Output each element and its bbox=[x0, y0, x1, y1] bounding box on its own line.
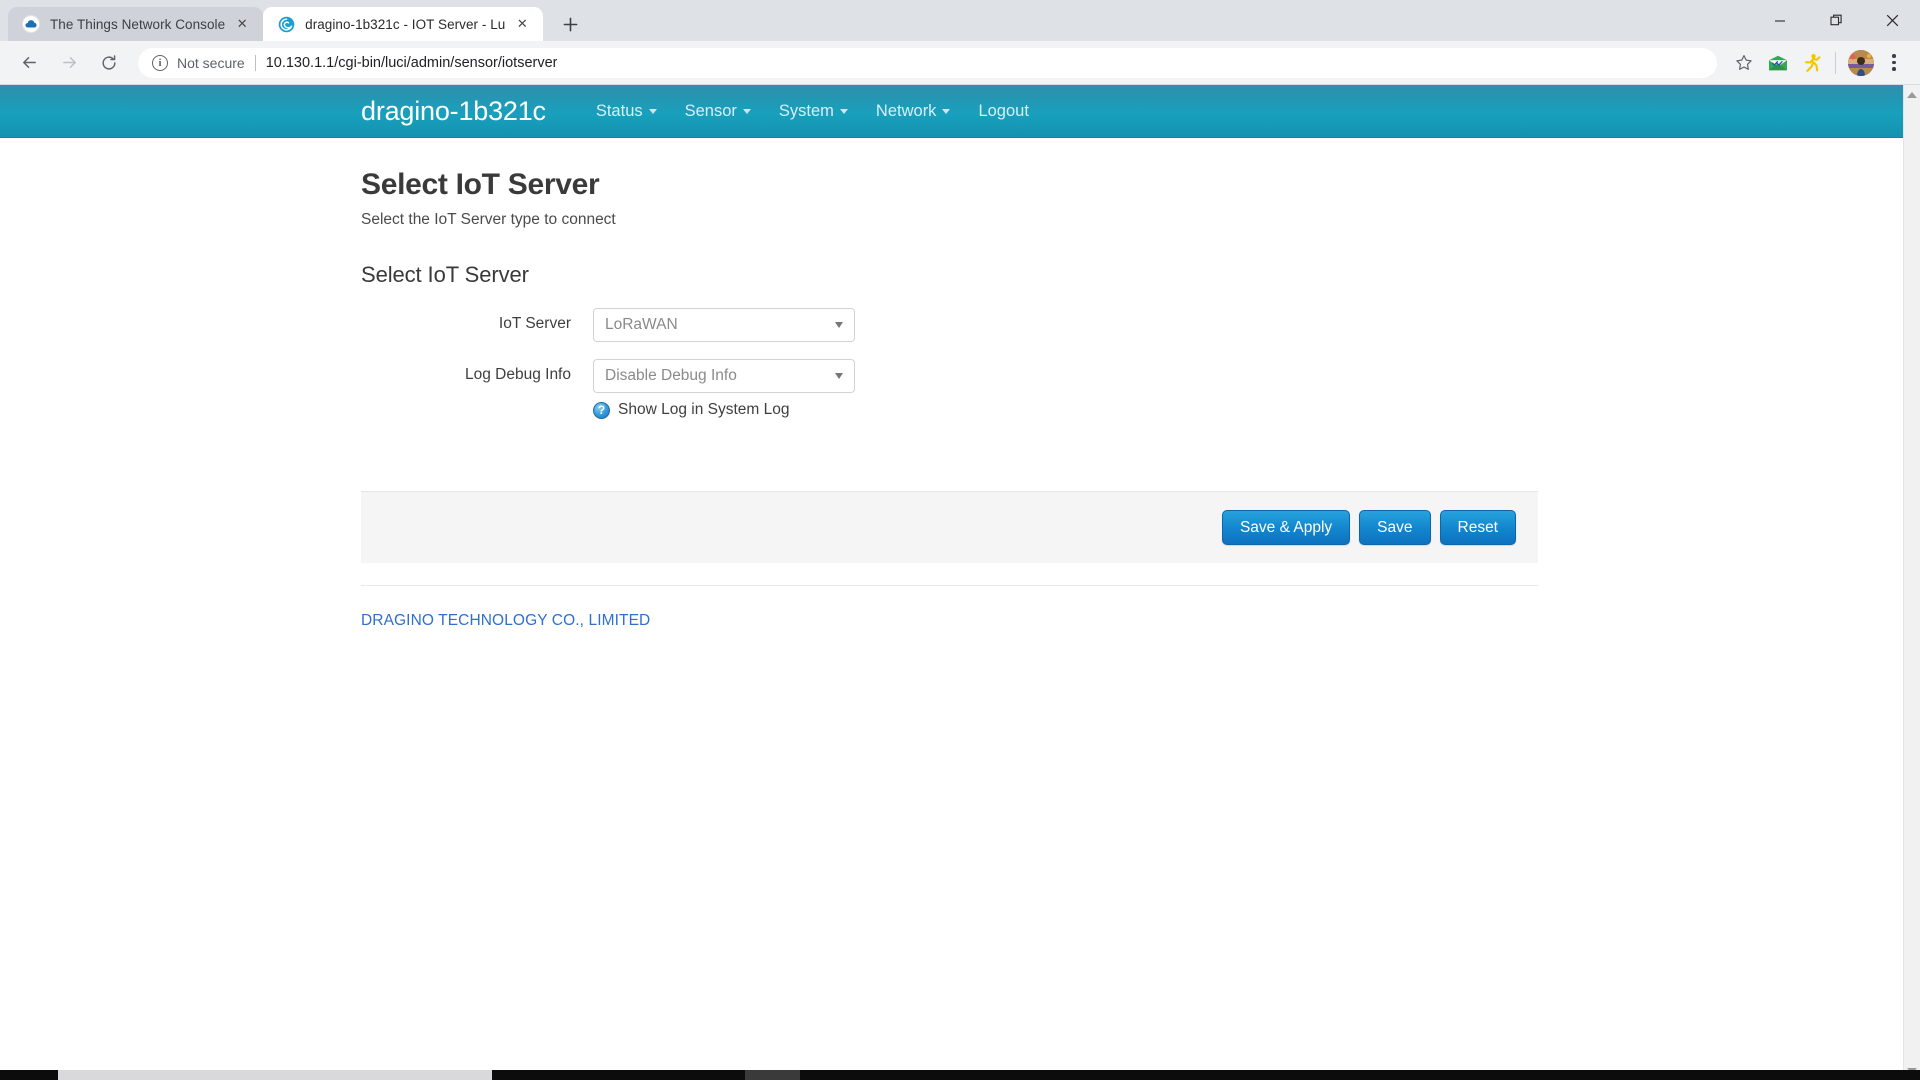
taskbar-segment bbox=[492, 1070, 745, 1080]
iot-server-selected-value: LoRaWAN bbox=[605, 316, 678, 333]
taskbar-segment bbox=[0, 1070, 58, 1080]
forward-icon[interactable] bbox=[52, 46, 86, 80]
nav-item-label: System bbox=[778, 102, 834, 120]
save-and-apply-button[interactable]: Save & Apply bbox=[1221, 509, 1351, 546]
chevron-down-icon bbox=[835, 373, 843, 379]
site-info-icon[interactable]: i bbox=[152, 54, 168, 71]
tab-close-icon[interactable]: ✕ bbox=[511, 13, 533, 35]
minimize-icon[interactable] bbox=[1752, 0, 1808, 41]
nav-item-sensor[interactable]: Sensor bbox=[671, 96, 765, 127]
save-button[interactable]: Save bbox=[1359, 509, 1431, 546]
form-action-bar: Save & Apply Save Reset bbox=[361, 491, 1538, 563]
dragino-swirl-icon bbox=[277, 15, 295, 33]
tab-title: The Things Network Console bbox=[50, 16, 226, 32]
nav-item-system[interactable]: System bbox=[765, 96, 862, 127]
profile-avatar[interactable] bbox=[1848, 49, 1874, 76]
tab-close-icon[interactable]: ✕ bbox=[231, 13, 253, 35]
tab-title: dragino-1b321c - IOT Server - Lu bbox=[305, 16, 506, 32]
page-scrollbar[interactable] bbox=[1903, 85, 1920, 1080]
scroll-up-arrow-icon[interactable] bbox=[1907, 92, 1917, 98]
taskbar-edge bbox=[0, 1070, 1920, 1080]
browser-window: The Things Network Console ✕ dragino-1b3… bbox=[0, 0, 1920, 1080]
taskbar-segment bbox=[58, 1070, 492, 1080]
chrome-menu-icon[interactable] bbox=[1880, 48, 1908, 78]
footer-company-link[interactable]: DRAGINO TECHNOLOGY CO., LIMITED bbox=[361, 612, 650, 629]
chevron-down-icon bbox=[942, 109, 951, 114]
nav-item-label: Sensor bbox=[684, 102, 737, 120]
reload-icon[interactable] bbox=[92, 46, 126, 80]
chevron-down-icon bbox=[835, 322, 843, 328]
url-host: 10.130.1.1 bbox=[265, 54, 335, 71]
nav-item-label: Status bbox=[595, 102, 643, 120]
bookmark-star-icon[interactable] bbox=[1729, 48, 1759, 78]
chevron-down-icon bbox=[648, 109, 657, 114]
yellow-extension-icon[interactable] bbox=[1797, 48, 1827, 78]
device-brand[interactable]: dragino-1b321c bbox=[361, 96, 546, 127]
mail-extension-icon[interactable] bbox=[1763, 48, 1793, 78]
browser-toolbar: i Not secure 10.130.1.1/cgi-bin/luci/adm… bbox=[0, 41, 1920, 85]
iot-server-select[interactable]: LoRaWAN bbox=[593, 308, 855, 342]
help-hint: ? Show Log in System Log bbox=[593, 401, 1538, 419]
footer-divider: DRAGINO TECHNOLOGY CO., LIMITED bbox=[361, 585, 1538, 630]
nav-item-label: Network bbox=[875, 102, 937, 120]
nav-item-logout[interactable]: Logout bbox=[964, 96, 1042, 127]
tab-strip: The Things Network Console ✕ dragino-1b3… bbox=[0, 0, 1920, 41]
log-debug-info-select[interactable]: Disable Debug Info bbox=[593, 359, 855, 393]
restore-icon[interactable] bbox=[1808, 0, 1864, 41]
luci-content: Select IoT Server Select the IoT Server … bbox=[0, 138, 1903, 630]
taskbar-segment bbox=[800, 1070, 1920, 1080]
address-bar[interactable]: i Not secure 10.130.1.1/cgi-bin/luci/adm… bbox=[138, 47, 1717, 78]
iot-server-label: IoT Server bbox=[498, 315, 571, 332]
question-mark-icon: ? bbox=[593, 401, 610, 419]
chevron-down-icon bbox=[742, 109, 751, 114]
omnibox-divider bbox=[254, 54, 256, 71]
reset-button[interactable]: Reset bbox=[1439, 509, 1516, 546]
browser-tab-1[interactable]: dragino-1b321c - IOT Server - Lu ✕ bbox=[263, 7, 544, 41]
chevron-down-icon bbox=[839, 109, 848, 114]
taskbar-segment bbox=[745, 1070, 800, 1080]
nav-item-label: Logout bbox=[978, 102, 1029, 120]
window-controls bbox=[1752, 0, 1920, 41]
cloud-icon bbox=[22, 15, 40, 33]
browser-tab-0[interactable]: The Things Network Console ✕ bbox=[8, 7, 264, 41]
nav-item-status[interactable]: Status bbox=[582, 96, 671, 127]
page-subtitle: Select the IoT Server type to connect bbox=[361, 211, 616, 228]
luci-nav-items: Status Sensor System Network Logout bbox=[582, 96, 1043, 127]
page-viewport: dragino-1b321c Status Sensor System Netw… bbox=[0, 85, 1920, 1080]
security-status-label: Not secure bbox=[177, 54, 245, 71]
close-icon[interactable] bbox=[1864, 0, 1920, 41]
log-debug-info-label: Log Debug Info bbox=[464, 366, 571, 383]
section-legend: Select IoT Server bbox=[361, 262, 529, 287]
form-row-log-debug-info: Log Debug Info Disable Debug Info ? Show… bbox=[361, 359, 1538, 419]
help-hint-text: Show Log in System Log bbox=[618, 401, 790, 418]
new-tab-button[interactable] bbox=[553, 7, 587, 41]
page-title: Select IoT Server bbox=[361, 168, 600, 201]
form-row-iot-server: IoT Server LoRaWAN bbox=[361, 308, 1538, 342]
luci-navbar: dragino-1b321c Status Sensor System Netw… bbox=[0, 85, 1903, 138]
luci-page: dragino-1b321c Status Sensor System Netw… bbox=[0, 85, 1903, 1080]
back-icon[interactable] bbox=[12, 46, 46, 80]
toolbar-divider bbox=[1835, 51, 1836, 74]
log-debug-info-selected-value: Disable Debug Info bbox=[605, 367, 737, 384]
url-path: /cgi-bin/luci/admin/sensor/iotserver bbox=[334, 54, 558, 71]
nav-item-network[interactable]: Network bbox=[862, 96, 965, 127]
